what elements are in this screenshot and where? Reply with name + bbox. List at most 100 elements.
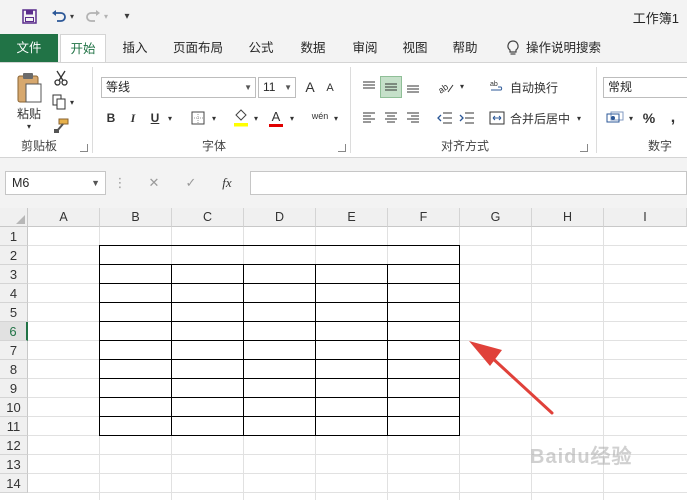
- column-header-g[interactable]: G: [460, 208, 532, 227]
- row-header-12[interactable]: 12: [0, 436, 28, 455]
- merged-title-cell[interactable]: [99, 246, 459, 264]
- undo-dropdown-icon[interactable]: ▾: [68, 6, 76, 26]
- table-cell-d4[interactable]: [244, 284, 315, 302]
- phonetic-dropdown-icon[interactable]: ▾: [332, 113, 340, 123]
- phonetic-guide-icon[interactable]: wén: [310, 109, 330, 123]
- table-cell-d6[interactable]: [244, 322, 315, 340]
- orientation-dropdown-icon[interactable]: ▾: [458, 81, 466, 91]
- table-cell-f6[interactable]: [388, 322, 459, 340]
- column-header-f[interactable]: F: [388, 208, 460, 227]
- tab-home[interactable]: 开始: [60, 34, 106, 63]
- table-cell-f8[interactable]: [388, 360, 459, 378]
- save-icon[interactable]: [20, 6, 38, 26]
- lightbulb-icon[interactable]: [504, 34, 522, 62]
- font-name-box[interactable]: 等线 ▼: [101, 77, 256, 98]
- table-cell-b6[interactable]: [100, 322, 171, 340]
- accounting-dropdown-icon[interactable]: ▾: [627, 113, 635, 123]
- copy-icon[interactable]: [50, 93, 68, 111]
- table-cell-f3[interactable]: [388, 265, 459, 283]
- table-cell-e3[interactable]: [316, 265, 387, 283]
- select-all-button[interactable]: [0, 208, 28, 227]
- table-cell-c3[interactable]: [172, 265, 243, 283]
- align-right-icon[interactable]: [404, 109, 422, 127]
- tab-insert[interactable]: 插入: [116, 34, 154, 62]
- comma-style-icon[interactable]: ,: [664, 109, 682, 127]
- table-cell-f7[interactable]: [388, 341, 459, 359]
- tab-view[interactable]: 视图: [396, 34, 434, 62]
- table-cell-c10[interactable]: [172, 398, 243, 416]
- column-header-c[interactable]: C: [172, 208, 244, 227]
- table-cell-c8[interactable]: [172, 360, 243, 378]
- tab-data[interactable]: 数据: [294, 34, 332, 62]
- row-header-14[interactable]: 14: [0, 474, 28, 493]
- table-cell-c9[interactable]: [172, 379, 243, 397]
- underline-dropdown-icon[interactable]: ▾: [166, 113, 174, 123]
- table-cell-c6[interactable]: [172, 322, 243, 340]
- table-cell-f4[interactable]: [388, 284, 459, 302]
- redo-icon[interactable]: [84, 6, 102, 26]
- table-cell-e11[interactable]: [316, 417, 387, 435]
- format-painter-icon[interactable]: [52, 117, 70, 135]
- enter-icon[interactable]: ✓: [180, 171, 202, 195]
- row-header-11[interactable]: 11: [0, 417, 28, 436]
- formula-input[interactable]: [250, 171, 687, 195]
- percent-style-button[interactable]: %: [640, 109, 658, 127]
- table-cell-b11[interactable]: [100, 417, 171, 435]
- table-cell-e9[interactable]: [316, 379, 387, 397]
- underline-button[interactable]: U: [148, 109, 162, 127]
- borders-dropdown-icon[interactable]: ▾: [210, 113, 218, 123]
- column-header-e[interactable]: E: [316, 208, 388, 227]
- redo-dropdown-icon[interactable]: ▾: [102, 6, 110, 26]
- table-cell-d8[interactable]: [244, 360, 315, 378]
- borders-icon[interactable]: [189, 109, 207, 127]
- merge-center-button[interactable]: 合并后居中: [508, 110, 572, 126]
- paste-button[interactable]: 粘贴: [12, 105, 46, 121]
- font-size-box[interactable]: 11 ▼: [258, 77, 296, 98]
- tab-file[interactable]: 文件: [0, 34, 58, 62]
- row-header-5[interactable]: 5: [0, 303, 28, 322]
- clipboard-launcher-icon[interactable]: [80, 144, 88, 152]
- bold-button[interactable]: B: [104, 109, 118, 127]
- tab-formulas[interactable]: 公式: [242, 34, 280, 62]
- decrease-indent-icon[interactable]: [436, 109, 454, 127]
- customize-icon[interactable]: ▾: [121, 6, 133, 26]
- fill-color-icon[interactable]: [232, 108, 250, 128]
- accounting-format-icon[interactable]: [605, 109, 625, 127]
- font-color-dropdown-icon[interactable]: ▾: [288, 113, 296, 123]
- table-cell-c7[interactable]: [172, 341, 243, 359]
- row-header-10[interactable]: 10: [0, 398, 28, 417]
- font-size-dropdown-icon[interactable]: ▼: [284, 78, 292, 97]
- table-cell-c4[interactable]: [172, 284, 243, 302]
- name-box[interactable]: M6 ▼: [5, 171, 106, 195]
- fill-color-dropdown-icon[interactable]: ▾: [252, 113, 260, 123]
- table-cell-d7[interactable]: [244, 341, 315, 359]
- row-header-9[interactable]: 9: [0, 379, 28, 398]
- table-cell-b9[interactable]: [100, 379, 171, 397]
- table-cell-b10[interactable]: [100, 398, 171, 416]
- tab-review[interactable]: 审阅: [346, 34, 384, 62]
- row-header-13[interactable]: 13: [0, 455, 28, 474]
- table-cell-c11[interactable]: [172, 417, 243, 435]
- table-cell-b8[interactable]: [100, 360, 171, 378]
- table-cell-b4[interactable]: [100, 284, 171, 302]
- wrap-text-icon[interactable]: ab: [488, 77, 506, 97]
- tell-me-search[interactable]: 操作说明搜索: [526, 34, 614, 62]
- merge-center-dropdown-icon[interactable]: ▾: [575, 113, 583, 123]
- cancel-icon[interactable]: ✕: [143, 171, 165, 195]
- table-cell-c5[interactable]: [172, 303, 243, 321]
- more-options-icon[interactable]: ⋮: [114, 171, 127, 195]
- table-cell-e4[interactable]: [316, 284, 387, 302]
- italic-button[interactable]: I: [126, 109, 140, 127]
- insert-function-icon[interactable]: fx: [216, 171, 238, 195]
- table-cell-b3[interactable]: [100, 265, 171, 283]
- table-cell-f10[interactable]: [388, 398, 459, 416]
- table-cell-d11[interactable]: [244, 417, 315, 435]
- table-cell-f5[interactable]: [388, 303, 459, 321]
- table-cell-d9[interactable]: [244, 379, 315, 397]
- grow-font-icon[interactable]: A: [302, 78, 318, 96]
- number-format-box[interactable]: 常规: [603, 77, 687, 98]
- align-bottom-icon[interactable]: [404, 77, 422, 97]
- orientation-icon[interactable]: ab: [436, 77, 456, 97]
- row-header-7[interactable]: 7: [0, 341, 28, 360]
- align-center-icon[interactable]: [382, 109, 400, 127]
